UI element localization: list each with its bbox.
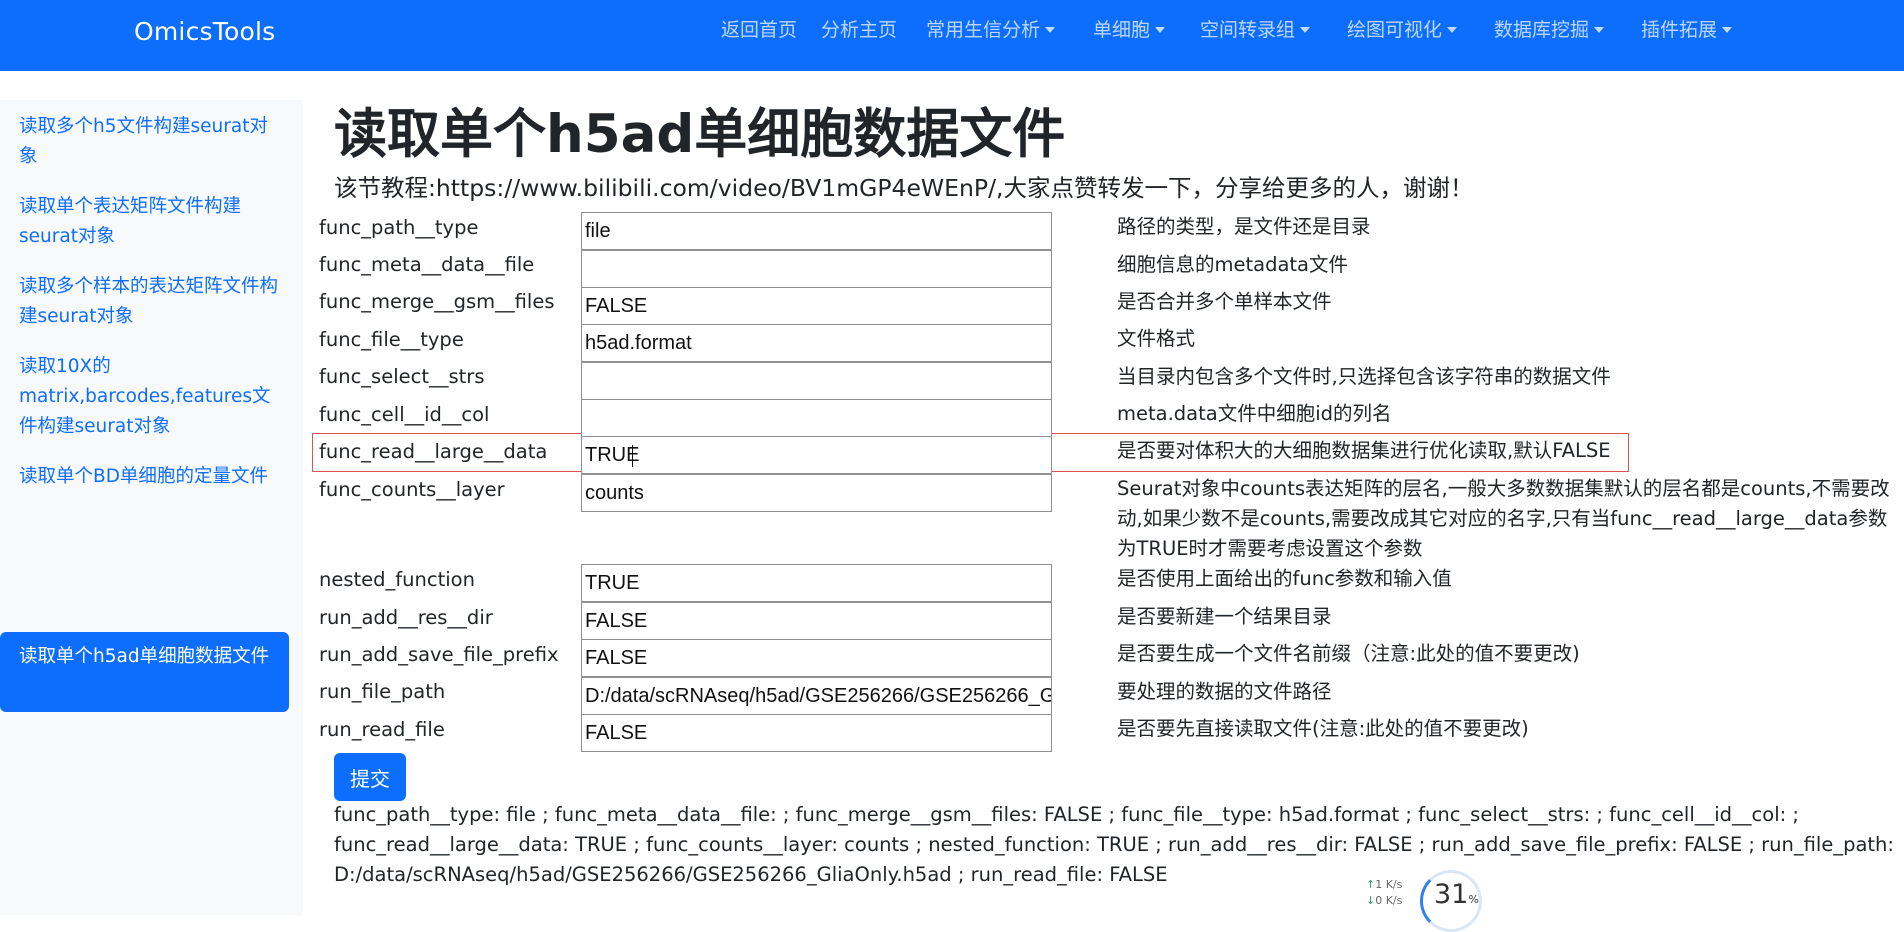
param-desc: 路径的类型，是文件还是目录 bbox=[1117, 215, 1371, 238]
param-input-read-file[interactable]: FALSE bbox=[581, 714, 1052, 752]
param-label: run_add_save_file_prefix bbox=[319, 643, 559, 666]
chevron-down-icon bbox=[1594, 27, 1605, 33]
param-desc: 当目录内包含多个文件时,只选择包含该字符串的数据文件 bbox=[1117, 365, 1611, 388]
nav-single-cell[interactable]: 单细胞 bbox=[1093, 15, 1166, 42]
param-label: func_read__large__data bbox=[319, 440, 548, 463]
sidebar-item-label: 读取单个h5ad单细胞数据文件 bbox=[19, 646, 270, 667]
param-input-file-type[interactable]: h5ad.format bbox=[581, 324, 1052, 362]
param-label: nested_function bbox=[319, 568, 475, 591]
param-desc: 是否合并多个单样本文件 bbox=[1117, 290, 1332, 313]
param-label: func_file__type bbox=[319, 328, 464, 351]
param-label: func_meta__data__file bbox=[319, 253, 535, 276]
top-navbar: OmicsTools 返回首页 分析主页 常用生信分析 单细胞 空间转录组 绘图… bbox=[0, 0, 1904, 71]
chevron-down-icon bbox=[1447, 27, 1458, 33]
param-label: func_counts__layer bbox=[319, 478, 505, 501]
param-input-path-type[interactable]: file bbox=[581, 212, 1052, 250]
param-label: func_cell__id__col bbox=[319, 403, 490, 426]
chevron-down-icon bbox=[1045, 27, 1056, 33]
param-input-read-large-data[interactable]: TRUE bbox=[581, 436, 1052, 474]
param-desc: 文件格式 bbox=[1117, 327, 1196, 350]
sidebar-item-h5ad-active[interactable]: 读取单个h5ad单细胞数据文件 bbox=[0, 632, 289, 712]
down-arrow-icon: ↓ bbox=[1366, 894, 1376, 907]
param-label: run_file_path bbox=[319, 680, 446, 703]
tutorial-link-text: 该节教程:https://www.bilibili.com/video/BV1m… bbox=[334, 174, 1474, 202]
nav-database[interactable]: 数据库挖掘 bbox=[1494, 15, 1605, 42]
param-input-save-file-prefix[interactable]: FALSE bbox=[581, 639, 1052, 677]
param-label: func_path__type bbox=[319, 216, 479, 239]
param-desc: 是否要新建一个结果目录 bbox=[1117, 605, 1332, 628]
nav-common-bioinfo[interactable]: 常用生信分析 bbox=[926, 15, 1056, 42]
param-input-cell-id-col[interactable] bbox=[581, 399, 1052, 437]
chevron-down-icon bbox=[1155, 27, 1166, 33]
upload-speed: ↑1 K/s bbox=[1366, 878, 1403, 891]
param-desc: 是否要对体积大的大细胞数据集进行优化读取,默认FALSE bbox=[1117, 439, 1611, 462]
up-arrow-icon: ↑ bbox=[1366, 878, 1376, 891]
nav-analysis-home[interactable]: 分析主页 bbox=[821, 15, 897, 42]
param-desc: 要处理的数据的文件路径 bbox=[1117, 680, 1332, 703]
usage-percent: 31% bbox=[1434, 879, 1479, 910]
param-label: run_read_file bbox=[319, 718, 445, 741]
nav-plotting[interactable]: 绘图可视化 bbox=[1347, 15, 1458, 42]
network-speed-widget[interactable]: ↑1 K/s ↓0 K/s 31% bbox=[1350, 870, 1486, 932]
nav-plugins[interactable]: 插件拓展 bbox=[1641, 15, 1733, 42]
param-label: run_add__res__dir bbox=[319, 606, 493, 629]
param-input-nested-function[interactable]: TRUE bbox=[581, 564, 1052, 602]
param-input-counts-layer[interactable]: counts bbox=[581, 474, 1052, 512]
param-input-add-res-dir[interactable]: FALSE bbox=[581, 602, 1052, 640]
param-input-meta-data-file[interactable] bbox=[581, 250, 1052, 288]
param-input-select-strs[interactable] bbox=[581, 362, 1052, 400]
param-label: func_select__strs bbox=[319, 365, 485, 388]
brand-logo[interactable]: OmicsTools bbox=[134, 17, 275, 46]
param-desc: 是否使用上面给出的func参数和输入值 bbox=[1117, 567, 1452, 590]
nav-spatial[interactable]: 空间转录组 bbox=[1200, 15, 1311, 42]
sidebar: 读取多个h5文件构建seurat对象 读取单个表达矩阵文件构建seurat对象 … bbox=[0, 100, 303, 915]
sidebar-item-bd[interactable]: 读取单个BD单细胞的定量文件 bbox=[19, 462, 281, 492]
sidebar-item-single-matrix[interactable]: 读取单个表达矩阵文件构建seurat对象 bbox=[19, 192, 281, 252]
sidebar-item-multi-sample-matrix[interactable]: 读取多个样本的表达矩阵文件构建seurat对象 bbox=[19, 272, 281, 332]
nav-home[interactable]: 返回首页 bbox=[721, 15, 797, 42]
sidebar-item-10x[interactable]: 读取10X的matrix,barcodes,features文件构建seurat… bbox=[19, 352, 281, 442]
text-cursor bbox=[632, 445, 633, 467]
param-input-file-path[interactable]: D:/data/scRNAseq/h5ad/GSE256266/GSE25626… bbox=[581, 677, 1052, 715]
chevron-down-icon bbox=[1722, 27, 1733, 33]
page-title: 读取单个h5ad单细胞数据文件 bbox=[334, 104, 1066, 165]
sidebar-item-multi-h5[interactable]: 读取多个h5文件构建seurat对象 bbox=[19, 112, 281, 172]
param-desc: meta.data文件中细胞id的列名 bbox=[1117, 402, 1392, 425]
param-desc: 是否要生成一个文件名前缀（注意:此处的值不要更改) bbox=[1117, 642, 1580, 665]
param-input-merge-gsm-files[interactable]: FALSE bbox=[581, 287, 1052, 325]
param-desc: 细胞信息的metadata文件 bbox=[1117, 253, 1349, 276]
download-speed: ↓0 K/s bbox=[1366, 894, 1403, 907]
chevron-down-icon bbox=[1300, 27, 1311, 33]
param-desc: 是否要先直接读取文件(注意:此处的值不要更改) bbox=[1117, 717, 1529, 740]
param-desc: Seurat对象中counts表达矩阵的层名,一般大多数数据集默认的层名都是co… bbox=[1117, 477, 1890, 560]
submit-button[interactable]: 提交 bbox=[334, 753, 406, 801]
param-label: func_merge__gsm__files bbox=[319, 290, 555, 313]
result-summary: func_path__type: file ; func_meta__data_… bbox=[334, 803, 1894, 886]
